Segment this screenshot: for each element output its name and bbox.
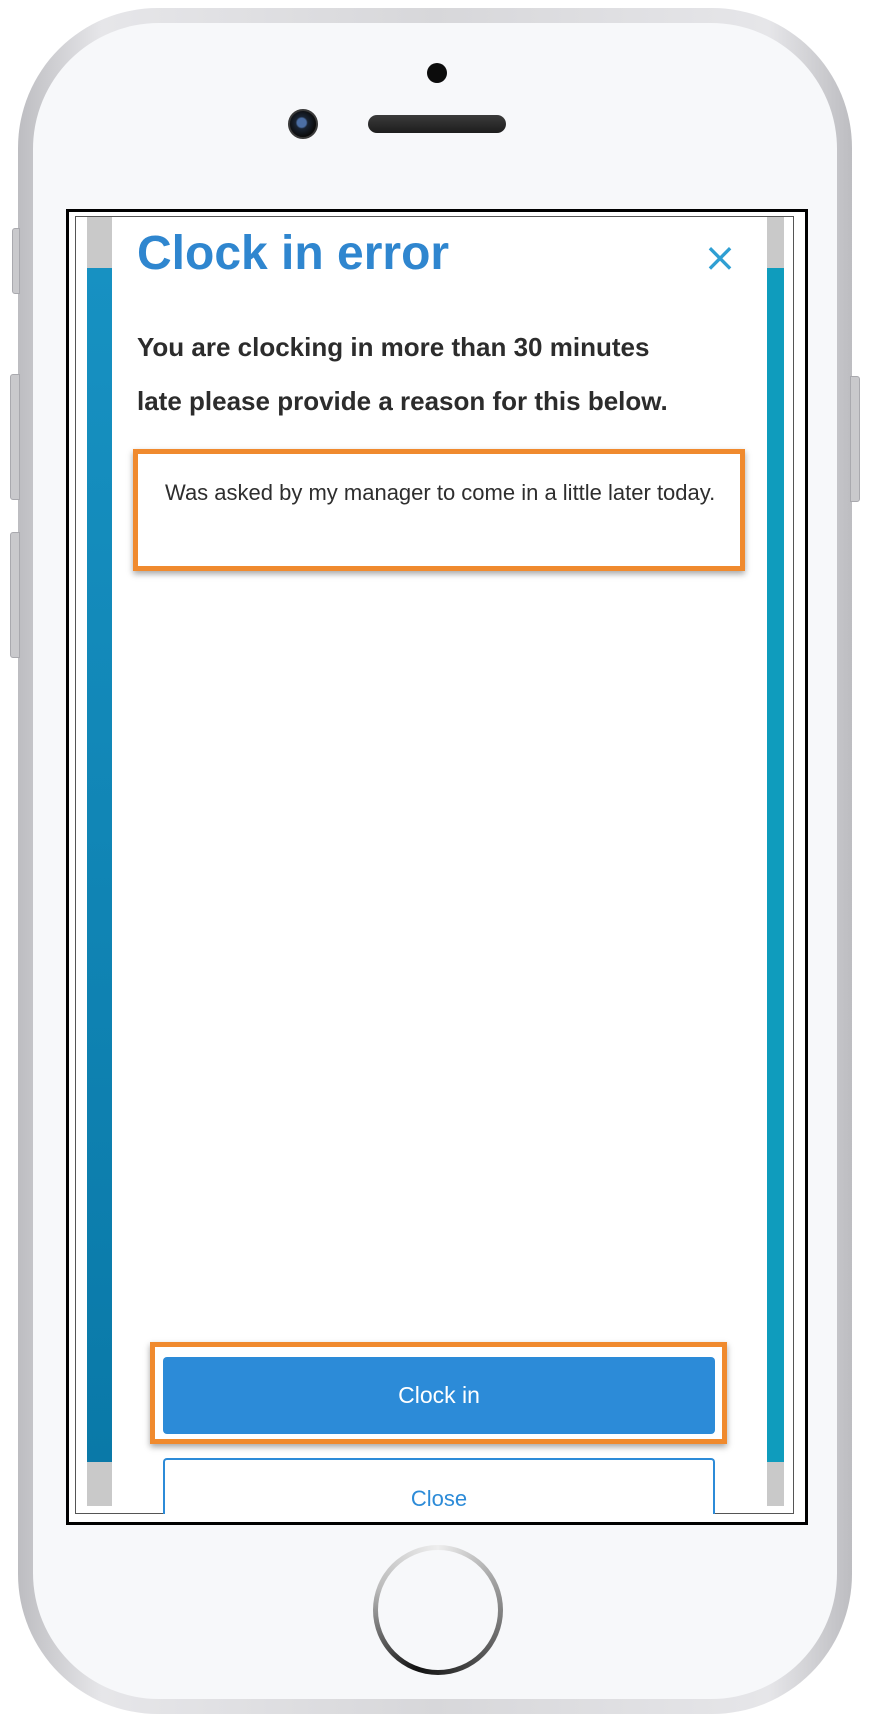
- message-line-1: You are clocking in more than 30 minutes: [137, 332, 650, 362]
- reason-text: Was asked by my manager to come in a lit…: [165, 480, 716, 505]
- power-button: [850, 376, 860, 502]
- clock-in-button[interactable]: Clock in: [163, 1357, 715, 1434]
- volume-up-button: [10, 374, 20, 500]
- modal-title: Clock in error: [137, 227, 450, 280]
- proximity-sensor: [427, 63, 447, 83]
- background-left-panel: [87, 268, 112, 1462]
- home-button[interactable]: [373, 1545, 503, 1675]
- close-button[interactable]: Close: [163, 1458, 715, 1514]
- modal-message: You are clocking in more than 30 minutes…: [137, 320, 737, 428]
- volume-down-button: [10, 532, 20, 658]
- background-right-panel: [767, 268, 784, 1462]
- earpiece-speaker: [368, 115, 506, 133]
- close-icon[interactable]: ×: [700, 238, 740, 278]
- message-line-2: late please provide a reason for this be…: [137, 386, 668, 416]
- mute-switch: [12, 228, 20, 294]
- reason-textarea[interactable]: [143, 459, 735, 561]
- front-camera-icon: [288, 109, 318, 139]
